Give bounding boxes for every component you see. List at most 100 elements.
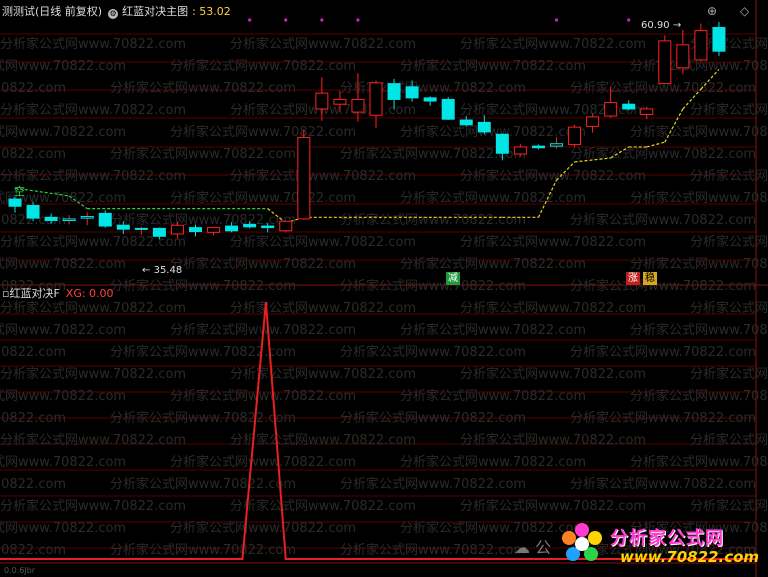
watermark-text: 分析家公式网www.70822.com	[170, 388, 356, 404]
brand-site: www.70822.com	[620, 548, 760, 566]
candle-body	[279, 220, 293, 232]
watermark-text: 分析家公式网www.70822.com	[0, 322, 126, 338]
candle-body	[423, 97, 437, 102]
wechat-watermark: ☁ 公	[514, 538, 552, 557]
watermark-text: 分析家公式网www.70822.com	[110, 146, 296, 162]
candle-body	[225, 225, 239, 232]
candle-body	[261, 225, 275, 229]
watermark-text: 分析家公式网www.70822.com	[460, 432, 646, 448]
stock-title[interactable]: 测测试(日线 前复权)	[2, 5, 102, 18]
candle-body	[333, 98, 347, 105]
flower-logo-icon	[562, 523, 602, 561]
magenta-dot	[356, 18, 360, 22]
low-price-label: ← 35.48	[142, 265, 183, 276]
watermark-text: 分析家公式网www.70822.com	[690, 234, 768, 250]
candle-body	[80, 216, 94, 219]
magenta-dot	[320, 18, 324, 22]
watermark-text: 分析家公式网www.70822.com	[340, 278, 526, 294]
gear-icon[interactable]: ⚙	[108, 9, 119, 19]
candle-body	[369, 82, 383, 116]
watermark-text: 分析家公式网www.70822.com	[0, 256, 126, 272]
watermark-text: 分析家公式网www.70822.com	[630, 190, 768, 206]
candle-body	[712, 26, 726, 52]
magenta-dot	[554, 18, 559, 22]
marker-wen: 稳	[643, 272, 657, 285]
watermark-text: 分析家公式网www.70822.com	[110, 344, 296, 360]
watermark-text: 分析家公式网www.70822.com	[0, 58, 126, 74]
watermark-text: 分析家公式网www.70822.com	[0, 432, 186, 448]
watermark-text: 分析家公式网www.70822.com	[690, 366, 768, 382]
watermark-text: 分析家公式网www.70822.com	[0, 542, 66, 558]
magenta-dot	[284, 18, 288, 22]
candle-body	[44, 216, 58, 221]
watermark-text: 分析家公式网www.70822.com	[0, 520, 126, 536]
watermark-text: 分析家公式网www.70822.com	[570, 410, 756, 426]
candle-body	[441, 98, 455, 120]
candle-body	[676, 44, 690, 69]
watermark-text: 分析家公式网www.70822.com	[230, 432, 416, 448]
candle-body	[604, 102, 618, 117]
watermark-text: 分析家公式网www.70822.com	[0, 476, 66, 492]
candle-body	[387, 83, 401, 100]
watermark-text: 分析家公式网www.70822.com	[340, 476, 526, 492]
candle-body	[694, 30, 708, 61]
watermark-text: 分析家公式网www.70822.com	[230, 36, 416, 52]
watermark-text: 分析家公式网www.70822.com	[400, 256, 586, 272]
watermark-text: 分析家公式网www.70822.com	[230, 498, 416, 514]
candle-body	[586, 116, 600, 127]
watermark-text: 分析家公式网www.70822.com	[230, 168, 416, 184]
candle-body	[297, 136, 311, 220]
watermark-text: 分析家公式网www.70822.com	[630, 454, 768, 470]
watermark-text: 分析家公式网www.70822.com	[0, 124, 126, 140]
watermark-text: 分析家公式网www.70822.com	[170, 256, 356, 272]
indicator-name[interactable]: 红蓝对决主图	[122, 5, 188, 18]
watermark-text: 分析家公式网www.70822.com	[0, 366, 186, 382]
arrow-left-icon: ←	[142, 265, 151, 276]
candle-body	[531, 145, 545, 149]
candle-body	[152, 227, 166, 237]
candle-body	[189, 227, 202, 233]
candle-body	[243, 223, 257, 228]
candle-body	[622, 103, 636, 110]
watermark-text: 分析家公式网www.70822.com	[460, 366, 646, 382]
watermark-text: 分析家公式网www.70822.com	[630, 322, 768, 338]
chart-canvas[interactable]: 分析家公式网www.70822.com 分析家公式网www.70822.com 分析…	[0, 0, 768, 577]
watermark-text: 分析家公式网www.70822.com	[0, 36, 186, 52]
candle-body	[477, 121, 491, 133]
high-price-label: 60.90 →	[641, 20, 682, 31]
footer-label: 0.0.6Jbr	[4, 566, 36, 575]
candle-body	[658, 40, 672, 85]
candle-body	[550, 143, 563, 147]
candle-body	[116, 224, 130, 230]
watermark-text: 分析家公式网www.70822.com	[630, 124, 768, 140]
watermark-text: 分析家公式网www.70822.com	[570, 278, 756, 294]
watermark-text: 分析家公式网www.70822.com	[0, 80, 66, 96]
marker-zhang: 涨	[626, 272, 640, 285]
watermark-text: 分析家公式网www.70822.com	[460, 36, 646, 52]
watermark-text: 分析家公式网www.70822.com	[400, 190, 586, 206]
watermark-text: 分析家公式网www.70822.com	[630, 388, 768, 404]
watermark-text: 分析家公式网www.70822.com	[460, 498, 646, 514]
candle-body	[495, 133, 509, 154]
watermark-text: 分析家公式网www.70822.com	[460, 234, 646, 250]
close-icon[interactable]: ◇	[740, 4, 749, 18]
candle-body	[207, 227, 221, 233]
watermark-text: 分析家公式网www.70822.com	[690, 168, 768, 184]
watermark-text: 分析家公式网www.70822.com	[0, 300, 186, 316]
watermark-text: 分析家公式网www.70822.com	[570, 344, 756, 360]
watermark-text: 分析家公式网www.70822.com	[400, 388, 586, 404]
candle-body	[134, 227, 148, 230]
restore-icon[interactable]: ⊕	[707, 4, 717, 18]
watermark-text: 分析家公式网www.70822.com	[170, 190, 356, 206]
watermark-text: 分析家公式网www.70822.com	[110, 542, 296, 558]
candle-body	[98, 212, 112, 227]
watermark-text: 分析家公式网www.70822.com	[0, 344, 66, 360]
candle-body	[640, 108, 654, 115]
wechat-icon: ☁	[514, 538, 530, 557]
watermark-text: 分析家公式网www.70822.com	[0, 102, 186, 118]
candle-body	[315, 92, 329, 110]
watermark-text: 分析家公式网www.70822.com	[110, 410, 296, 426]
watermark-text: 分析家公式网www.70822.com	[170, 58, 356, 74]
watermark-text: 分析家公式网www.70822.com	[570, 212, 756, 228]
sub-indicator-name[interactable]: 红蓝对决F	[9, 287, 59, 300]
